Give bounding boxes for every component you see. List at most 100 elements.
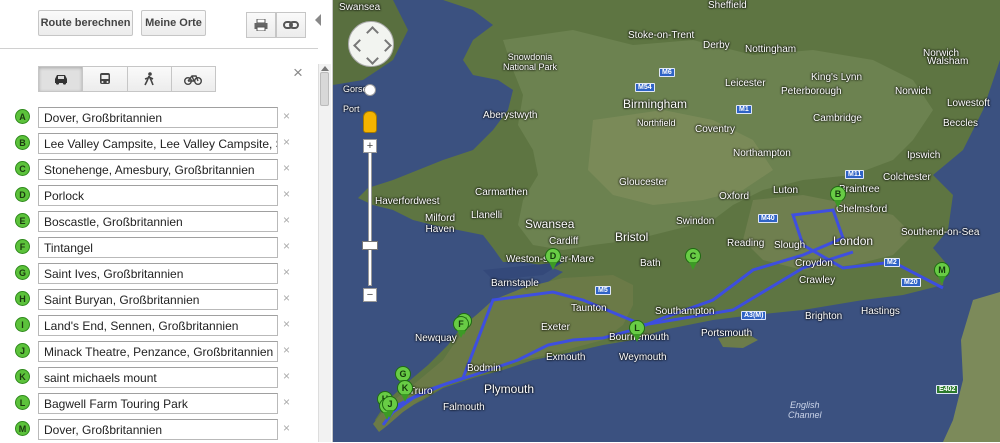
remove-waypoint-icon[interactable]: × [283,187,290,201]
waypoint-input[interactable]: Stonehenge, Amesbury, Großbritannien [38,159,278,180]
road-shield: M5 [595,286,611,295]
map-label: Weymouth [619,352,667,363]
waypoint-marker: K [15,369,30,384]
waypoint-input[interactable]: Tintangel [38,237,278,258]
remove-waypoint-icon[interactable]: × [283,135,290,149]
waypoint-row: F Tintangel × [0,235,318,261]
map-label: Leicester [725,78,766,89]
waypoint-row: J Minack Theatre, Penzance, Großbritannie… [0,339,318,365]
map-label: Sheffield [708,0,747,11]
road-shield: M11 [845,170,865,179]
waypoint-marker: L [15,395,30,410]
map-label: Hastings [861,306,900,317]
map-label: King's Lynn [811,72,863,83]
waypoint-input[interactable]: Minack Theatre, Penzance, Großbritannien [38,341,278,362]
mode-bike[interactable] [171,67,215,91]
route-button[interactable]: Route berechnen [38,10,133,36]
map-label: Gloucester [619,177,668,188]
link-button[interactable] [276,12,306,38]
remove-waypoint-icon[interactable]: × [283,421,290,435]
waypoint-marker: A [15,109,30,124]
map-label: Slough [774,240,806,251]
collapse-panel-icon[interactable] [315,14,321,26]
waypoint-marker: H [15,291,30,306]
map-label: Port [343,104,360,114]
map-label: Llanelli [471,210,503,221]
directions-panel: Route berechnen Meine Orte × A Dover, Gro… [0,0,333,442]
road-shield: A3(M) [741,311,767,320]
waypoint-input[interactable]: Porlock [38,185,278,206]
map-label: Brighton [805,311,843,322]
waypoint-marker: B [15,135,30,150]
waypoint-input[interactable]: Land's End, Sennen, Großbritannien [38,315,278,336]
panel-scrollbar[interactable] [318,64,331,442]
map-label: Southend-on-Sea [901,227,980,238]
pan-control[interactable] [348,21,394,67]
map-label: Falmouth [443,402,485,413]
mode-walk[interactable] [127,67,172,91]
scroll-thumb[interactable] [320,72,329,106]
zoom-in-button[interactable]: + [363,139,377,153]
map-label: Plymouth [484,382,535,396]
map-view[interactable]: Swansea Sheffield Stoke-on-Trent Derby N… [333,0,1000,442]
remove-waypoint-icon[interactable]: × [283,239,290,253]
waypoint-input[interactable]: saint michaels mount [38,367,278,388]
map-label: Haverfordwest [375,196,440,207]
map-label: Milford Haven [425,213,456,235]
zoom-slider-thumb[interactable] [362,241,378,250]
remove-waypoint-icon[interactable]: × [283,291,290,305]
waypoint-input[interactable]: Boscastle, Großbritannien [38,211,278,232]
waypoint-input[interactable]: Lee Valley Campsite, Lee Valley Campsite… [38,133,278,154]
waypoint-input[interactable]: Saint Buryan, Großbritannien [38,289,278,310]
walk-icon [144,72,154,86]
remove-waypoint-icon[interactable]: × [283,109,290,123]
remove-waypoint-icon[interactable]: × [283,213,290,227]
road-shield: M20 [901,278,921,287]
waypoint-row: C Stonehenge, Amesbury, Großbritannien × [0,157,318,183]
remove-waypoint-icon[interactable]: × [283,369,290,383]
mode-transit[interactable] [83,67,128,91]
waypoint-input[interactable]: Bagwell Farm Touring Park [38,393,278,414]
map-label: Ipswich [907,150,941,161]
waypoint-input[interactable]: Dover, Großbritannien [38,107,278,128]
map-label: Crawley [799,275,836,286]
map-label: Bath [640,258,661,269]
map-label: Peterborough [781,86,842,97]
recenter-icon[interactable] [364,84,376,96]
waypoint-row: D Porlock × [0,183,318,209]
waypoint-marker: E [15,213,30,228]
map-label: Bristol [615,230,649,244]
remove-waypoint-icon[interactable]: × [283,317,290,331]
zoom-slider-track[interactable] [368,152,372,286]
remove-waypoint-icon[interactable]: × [283,395,290,409]
waypoint-row: A Dover, Großbritannien × [0,105,318,131]
waypoint-marker: F [15,239,30,254]
close-icon[interactable]: × [293,63,303,83]
my-places-button[interactable]: Meine Orte [141,10,206,36]
map-label: Coventry [695,124,736,135]
waypoint-row: B Lee Valley Campsite, Lee Valley Campsit… [0,131,318,157]
map-label: Exmouth [546,352,586,363]
waypoint-input[interactable]: Saint Ives, Großbritannien [38,263,278,284]
remove-waypoint-icon[interactable]: × [283,265,290,279]
map-label: Stoke-on-Trent [628,30,695,41]
scroll-up-icon[interactable] [321,66,329,71]
streetview-pegman-icon[interactable] [363,111,377,133]
print-button[interactable] [246,12,276,38]
remove-waypoint-icon[interactable]: × [283,161,290,175]
zoom-out-button[interactable]: − [363,288,377,302]
waypoint-marker: M [15,421,30,436]
remove-waypoint-icon[interactable]: × [283,343,290,357]
map-label: Croydon [795,258,833,269]
bike-icon [184,75,203,85]
map-label: Reading [727,238,765,249]
waypoint-row: H Saint Buryan, Großbritannien × [0,287,318,313]
pan-down-icon [366,52,379,65]
map-label: Norwich [895,86,932,97]
waypoint-row: Ksaint michaels mount × [0,365,318,391]
mode-car[interactable] [39,67,84,91]
bus-icon [99,72,110,84]
panel-toolbar: Route berechnen Meine Orte [0,0,318,49]
waypoint-input[interactable]: Dover, Großbritannien [38,419,278,440]
map-label: Swansea [339,2,381,13]
